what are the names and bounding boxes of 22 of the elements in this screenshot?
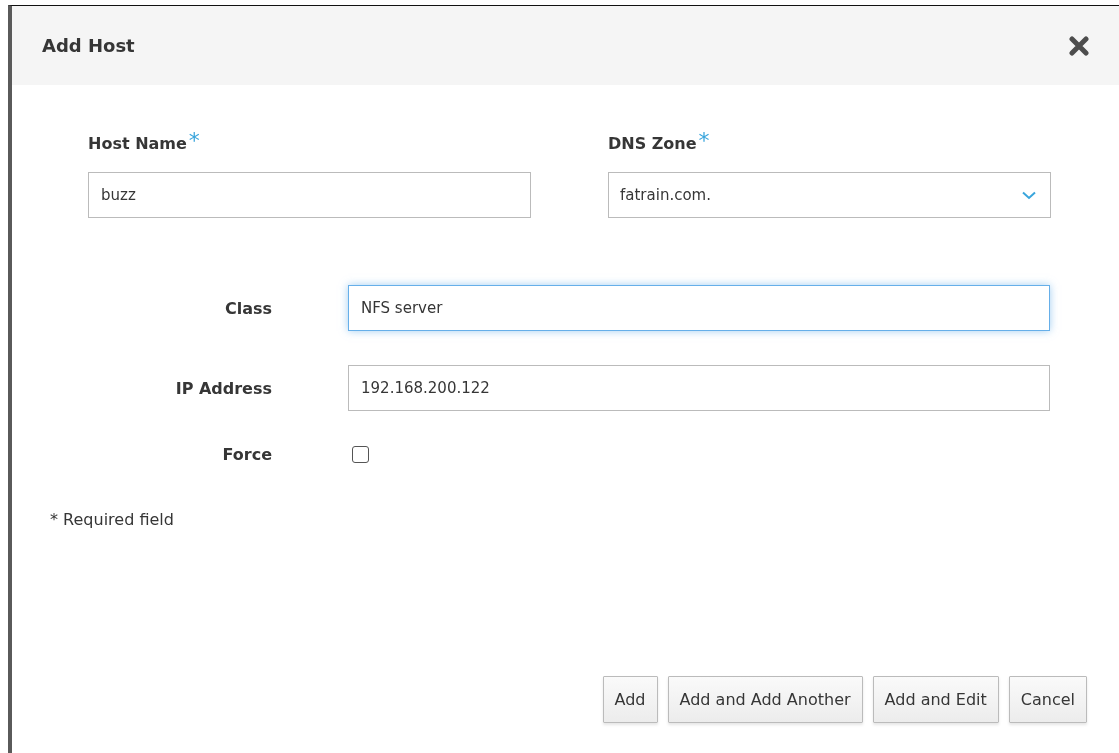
dialog-button[interactable]: Cancel — [1008, 676, 1087, 723]
field-label: IP Address — [175, 378, 272, 398]
text-field[interactable]: buzz — [88, 172, 531, 218]
checkbox[interactable] — [352, 446, 369, 463]
required-mark: * — [698, 132, 710, 150]
close-button[interactable] — [1069, 35, 1089, 56]
field-label: Class — [224, 298, 272, 318]
text-field[interactable]: NFS server — [348, 285, 1050, 331]
required-mark: * — [188, 132, 200, 150]
dialog-button[interactable]: Add and Edit — [872, 676, 999, 723]
close-icon — [1069, 35, 1089, 56]
dropdown-value: fatrain.com. — [620, 186, 711, 204]
chevron-down-icon — [1022, 190, 1036, 200]
field-label: DNS Zone — [608, 133, 697, 155]
dialog-title: Add Host — [42, 35, 135, 56]
field-label: Force — [222, 445, 272, 464]
dialog-button[interactable]: Add — [602, 676, 658, 723]
dropdown-field[interactable]: fatrain.com. — [608, 172, 1051, 218]
required-note: * Required field — [49, 509, 175, 529]
text-field[interactable]: 192.168.200.122 — [348, 365, 1050, 411]
field-label: Host Name — [88, 133, 187, 155]
dialog-button[interactable]: Add and Add Another — [667, 676, 863, 723]
